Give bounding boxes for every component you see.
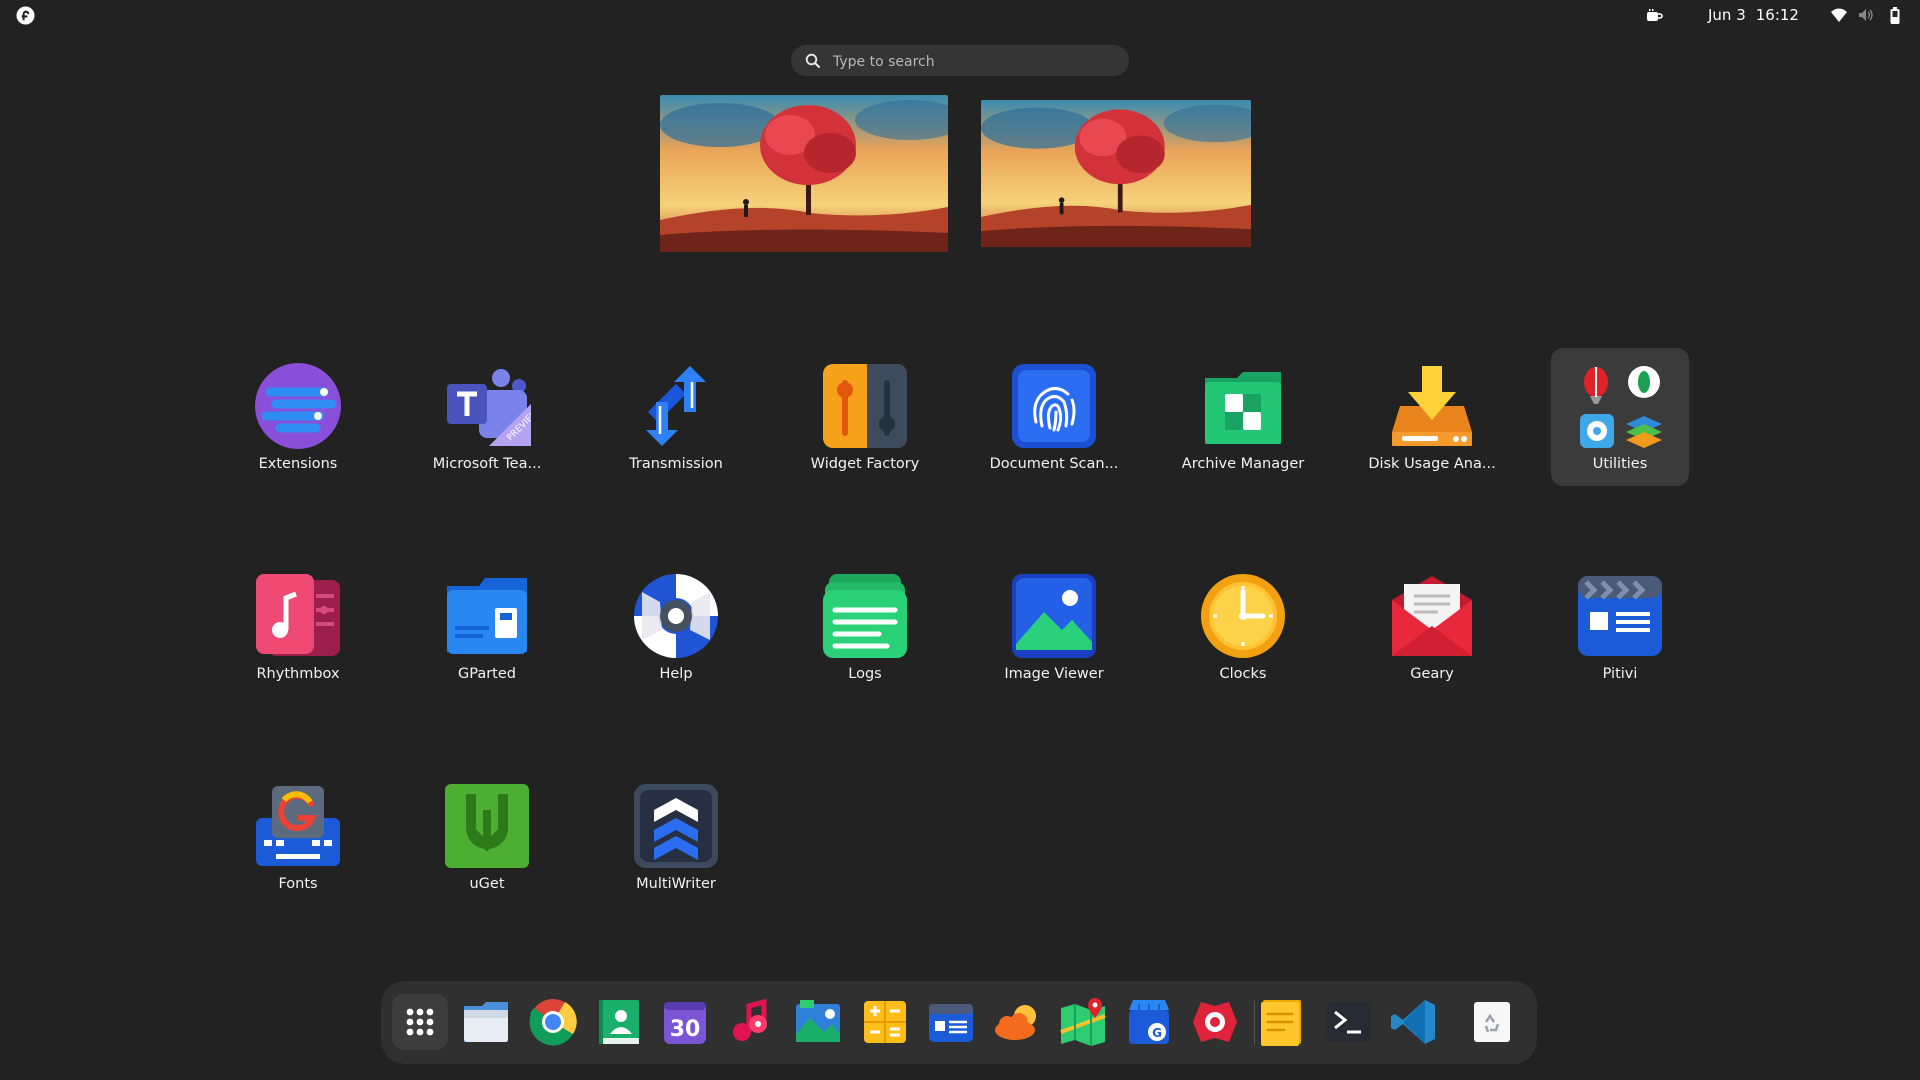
weather-icon[interactable] bbox=[989, 994, 1045, 1050]
app-uget[interactable]: uGet bbox=[418, 768, 556, 906]
dock: 30 G bbox=[381, 981, 1537, 1064]
app-label: Transmission bbox=[629, 456, 723, 472]
app-folder-utilities[interactable]: Utilities bbox=[1551, 348, 1689, 486]
app-widget-factory[interactable]: Widget Factory bbox=[796, 348, 934, 486]
trash-icon[interactable] bbox=[1464, 994, 1520, 1050]
app-label: Clocks bbox=[1219, 666, 1267, 682]
screenshot-icon[interactable] bbox=[1187, 994, 1243, 1050]
app-label: Fonts bbox=[278, 876, 318, 892]
app-multiwriter[interactable]: MultiWriter bbox=[607, 768, 745, 906]
app-label: Document Scan... bbox=[989, 456, 1119, 472]
search-bar[interactable] bbox=[791, 45, 1129, 78]
date-label: Jun 3 bbox=[1708, 6, 1746, 24]
app-label: Archive Manager bbox=[1181, 456, 1305, 472]
photos-icon[interactable] bbox=[790, 994, 846, 1050]
help-icon bbox=[632, 572, 720, 660]
app-gparted[interactable]: GParted bbox=[418, 558, 556, 696]
vscode-icon[interactable] bbox=[1387, 994, 1443, 1050]
app-label: Geary bbox=[1410, 666, 1454, 682]
date-time[interactable]: Jun 3 16:12 bbox=[1708, 6, 1799, 24]
notes-icon[interactable] bbox=[1253, 994, 1309, 1050]
app-fonts[interactable]: Fonts bbox=[229, 768, 367, 906]
app-pitivi[interactable]: Pitivi bbox=[1551, 558, 1689, 696]
terminal-icon[interactable] bbox=[1321, 994, 1377, 1050]
app-rhythmbox[interactable]: Rhythmbox bbox=[229, 558, 367, 696]
geary-icon bbox=[1388, 572, 1476, 660]
app-logs[interactable]: Logs bbox=[796, 558, 934, 696]
multiwriter-icon bbox=[632, 782, 720, 870]
app-label: Image Viewer bbox=[1004, 666, 1104, 682]
app-microsoft-teams[interactable]: PREVIEW Microsoft Tea... bbox=[418, 348, 556, 486]
app-clocks[interactable]: Clocks bbox=[1174, 558, 1312, 696]
contacts-icon[interactable] bbox=[591, 994, 647, 1050]
app-label: Logs bbox=[848, 666, 882, 682]
app-label: MultiWriter bbox=[636, 876, 716, 892]
disk-usage-icon bbox=[1388, 362, 1476, 450]
rhythmbox-icon bbox=[254, 572, 342, 660]
clocks-icon bbox=[1199, 572, 1287, 660]
app-help[interactable]: Help bbox=[607, 558, 745, 696]
microsoft-teams-icon: PREVIEW bbox=[443, 362, 531, 450]
show-apps-grid-icon[interactable] bbox=[392, 994, 448, 1050]
app-label: GParted bbox=[458, 666, 516, 682]
calculator-icon[interactable] bbox=[857, 994, 913, 1050]
image-viewer-icon bbox=[1010, 572, 1098, 660]
app-label: Extensions bbox=[258, 456, 338, 472]
app-extensions[interactable]: Extensions bbox=[229, 348, 367, 486]
workspace-thumbnail-1[interactable] bbox=[660, 95, 948, 252]
app-label: Help bbox=[659, 666, 693, 682]
app-disk-usage-analyzer[interactable]: Disk Usage Ana... bbox=[1363, 348, 1501, 486]
extensions-icon bbox=[254, 362, 342, 450]
search-icon bbox=[805, 53, 821, 69]
fonts-icon bbox=[254, 782, 342, 870]
time-label: 16:12 bbox=[1755, 6, 1799, 24]
transmission-icon bbox=[632, 362, 720, 450]
app-transmission[interactable]: Transmission bbox=[607, 348, 745, 486]
top-bar: Jun 3 16:12 bbox=[0, 0, 1920, 32]
svg-text:G: G bbox=[1152, 1026, 1162, 1040]
pitivi-icon bbox=[1576, 572, 1664, 660]
files-icon[interactable] bbox=[458, 994, 514, 1050]
calendar-day: 30 bbox=[670, 1017, 701, 1042]
uget-icon bbox=[443, 782, 531, 870]
app-label: Pitivi bbox=[1602, 666, 1638, 682]
widget-factory-icon bbox=[821, 362, 909, 450]
battery-icon[interactable] bbox=[1889, 7, 1901, 25]
app-label: Rhythmbox bbox=[256, 666, 340, 682]
app-label: uGet bbox=[469, 876, 505, 892]
app-archive-manager[interactable]: Archive Manager bbox=[1174, 348, 1312, 486]
gparted-icon bbox=[443, 572, 531, 660]
maps-icon[interactable] bbox=[1055, 994, 1111, 1050]
software-store-icon[interactable]: G bbox=[1121, 994, 1177, 1050]
fedora-logo-icon[interactable] bbox=[16, 6, 35, 25]
app-image-viewer[interactable]: Image Viewer bbox=[985, 558, 1123, 696]
wifi-icon[interactable] bbox=[1830, 7, 1848, 25]
coffee-cup-icon[interactable] bbox=[1645, 7, 1663, 25]
video-editor-icon[interactable] bbox=[923, 994, 979, 1050]
document-scanner-icon bbox=[1010, 362, 1098, 450]
workspace-thumbnail-2[interactable] bbox=[981, 100, 1251, 247]
app-label: Widget Factory bbox=[810, 456, 920, 472]
music-icon[interactable] bbox=[724, 994, 780, 1050]
calendar-icon[interactable]: 30 bbox=[657, 994, 713, 1050]
app-label: Microsoft Tea... bbox=[432, 456, 542, 472]
app-geary[interactable]: Geary bbox=[1363, 558, 1501, 696]
dock-separator bbox=[1254, 1001, 1255, 1045]
logs-icon bbox=[821, 572, 909, 660]
volume-icon[interactable] bbox=[1857, 7, 1875, 25]
utilities-folder-icon bbox=[1576, 362, 1664, 450]
chrome-icon[interactable] bbox=[525, 994, 581, 1050]
archive-manager-icon bbox=[1199, 362, 1287, 450]
app-label: Utilities bbox=[1592, 456, 1648, 472]
app-label: Disk Usage Ana... bbox=[1368, 456, 1496, 472]
app-document-scanner[interactable]: Document Scan... bbox=[985, 348, 1123, 486]
search-input[interactable] bbox=[831, 45, 1115, 78]
